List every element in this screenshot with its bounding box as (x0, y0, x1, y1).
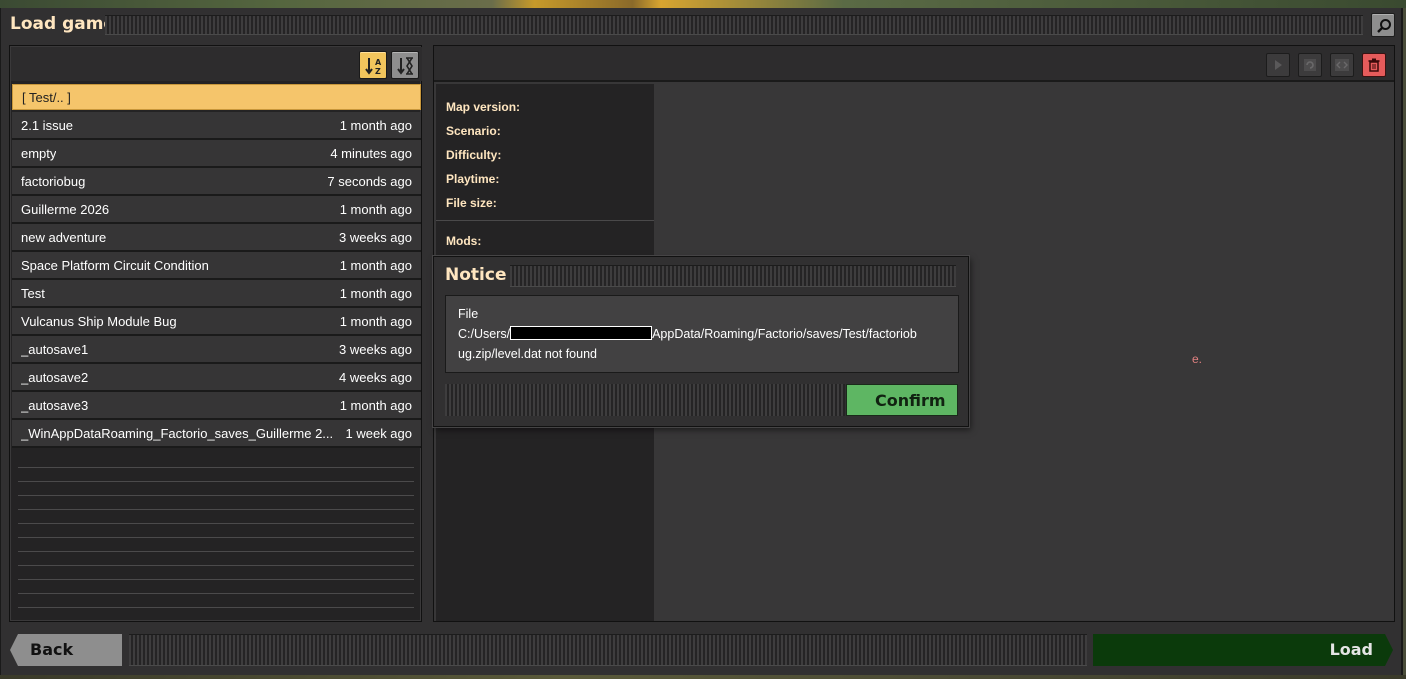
notice-footer-handle (445, 384, 845, 416)
playtime-label: Playtime: (446, 172, 500, 186)
drag-handle[interactable] (105, 15, 1363, 35)
save-row[interactable]: Space Platform Circuit Condition 1 month … (12, 252, 421, 280)
sort-by-name-button[interactable]: A Z (359, 51, 387, 79)
save-row[interactable]: Guillerme 2026 1 month ago (12, 196, 421, 224)
error-text-fragment: e. (1192, 352, 1203, 366)
save-row[interactable]: empty 4 minutes ago (12, 140, 421, 168)
save-time: 1 month ago (339, 202, 412, 217)
notice-title: Notice (445, 265, 507, 285)
save-time: 3 weeks ago (339, 342, 412, 357)
save-name: Test (21, 286, 45, 301)
save-time: 3 weeks ago (339, 230, 412, 245)
save-row[interactable]: _autosave2 4 weeks ago (12, 364, 421, 392)
replay-button[interactable] (1298, 53, 1322, 77)
footer-drag-handle (129, 634, 1087, 666)
save-time: 1 month ago (339, 286, 412, 301)
trash-icon (1368, 58, 1380, 72)
map-version-label: Map version: (446, 100, 521, 114)
save-time: 1 month ago (339, 314, 412, 329)
svg-text:Z: Z (375, 67, 381, 76)
sort-time-icon (397, 57, 413, 75)
confirm-button-label: Confirm (875, 391, 946, 410)
title-bar: Load game (1, 8, 1404, 42)
back-button-label: Back (30, 640, 74, 659)
save-row[interactable]: factoriobug 7 seconds ago (12, 168, 421, 196)
save-time: 4 minutes ago (330, 146, 412, 161)
save-name: empty (21, 146, 57, 161)
code-icon (1335, 59, 1349, 71)
path-suffix: AppData/Roaming/Factorio/saves/Test/fact… (652, 327, 917, 341)
save-time: 1 month ago (339, 398, 412, 413)
svg-text:A: A (375, 58, 382, 67)
back-button[interactable]: Back (10, 634, 122, 666)
save-row[interactable]: 2.1 issue 1 month ago (12, 112, 421, 140)
save-row[interactable]: Vulcanus Ship Module Bug 1 month ago (12, 308, 421, 336)
empty-list-area (18, 454, 414, 614)
background-scenery-bottom (0, 675, 1406, 679)
export-button[interactable] (1330, 53, 1354, 77)
difficulty-label: Difficulty: (446, 148, 502, 162)
save-name: 2.1 issue (21, 118, 74, 133)
notice-line-2: C:/Users/AppData/Roaming/Factorio/saves/… (458, 324, 958, 344)
save-row[interactable]: new adventure 3 weeks ago (12, 224, 421, 252)
save-time: 7 seconds ago (327, 174, 412, 189)
load-button[interactable]: Load (1093, 634, 1393, 666)
save-row[interactable]: _autosave1 3 weeks ago (12, 336, 421, 364)
save-list-panel: A Z [ Test/.. ] 2.1 issue 1 month ago empty… (9, 45, 422, 622)
save-name: Vulcanus Ship Module Bug (21, 314, 177, 329)
notice-dialog: Notice File C:/Users/AppData/Roaming/Fac… (433, 256, 969, 427)
scenario-label: Scenario: (446, 124, 501, 138)
save-row[interactable]: _autosave3 1 month ago (12, 392, 421, 420)
info-divider (436, 220, 654, 221)
save-row[interactable]: _WinAppDataRoaming_Factorio_saves_Guille… (12, 420, 421, 448)
play-button[interactable] (1266, 53, 1290, 77)
sort-by-time-button[interactable] (391, 51, 419, 79)
mods-label: Mods: (446, 234, 482, 248)
sort-alpha-icon: A Z (365, 58, 382, 76)
redacted-username (510, 326, 653, 340)
save-name: _autosave1 (21, 342, 89, 357)
window-title: Load game (10, 14, 115, 34)
save-name: _autosave2 (21, 370, 89, 385)
save-name: Space Platform Circuit Condition (21, 258, 209, 273)
save-row[interactable]: Test 1 month ago (12, 280, 421, 308)
save-name: factoriobug (21, 174, 86, 189)
save-time: 4 weeks ago (339, 370, 412, 385)
save-name: Guillerme 2026 (21, 202, 110, 217)
save-name: _autosave3 (21, 398, 89, 413)
notice-line-1: File (458, 307, 479, 321)
path-prefix: C:/Users/ (458, 327, 511, 341)
notice-message: File C:/Users/AppData/Roaming/Factorio/s… (445, 295, 959, 373)
notice-line-3: ug.zip/level.dat not found (458, 347, 597, 361)
save-row-selected[interactable]: [ Test/.. ] (12, 84, 421, 110)
save-name: _WinAppDataRoaming_Factorio_saves_Guille… (21, 426, 334, 441)
save-name: [ Test/.. ] (22, 90, 71, 105)
play-icon (1275, 60, 1282, 70)
load-button-label: Load (1329, 640, 1373, 659)
save-list: [ Test/.. ] 2.1 issue 1 month ago empty 4 mi… (12, 84, 421, 448)
sort-toolbar: A Z (11, 47, 422, 81)
confirm-button[interactable]: Confirm (846, 384, 958, 416)
details-toolbar (434, 46, 1394, 82)
delete-button[interactable] (1362, 53, 1386, 77)
save-name: new adventure (21, 230, 107, 245)
replay-icon (1304, 59, 1316, 71)
save-time: 1 month ago (339, 118, 412, 133)
background-scenery (0, 0, 1406, 8)
notice-drag-handle[interactable] (510, 265, 956, 287)
save-time: 1 week ago (345, 426, 413, 441)
search-icon (1377, 19, 1391, 33)
save-time: 1 month ago (339, 258, 412, 273)
search-button[interactable] (1371, 13, 1395, 37)
file-size-label: File size: (446, 196, 497, 210)
